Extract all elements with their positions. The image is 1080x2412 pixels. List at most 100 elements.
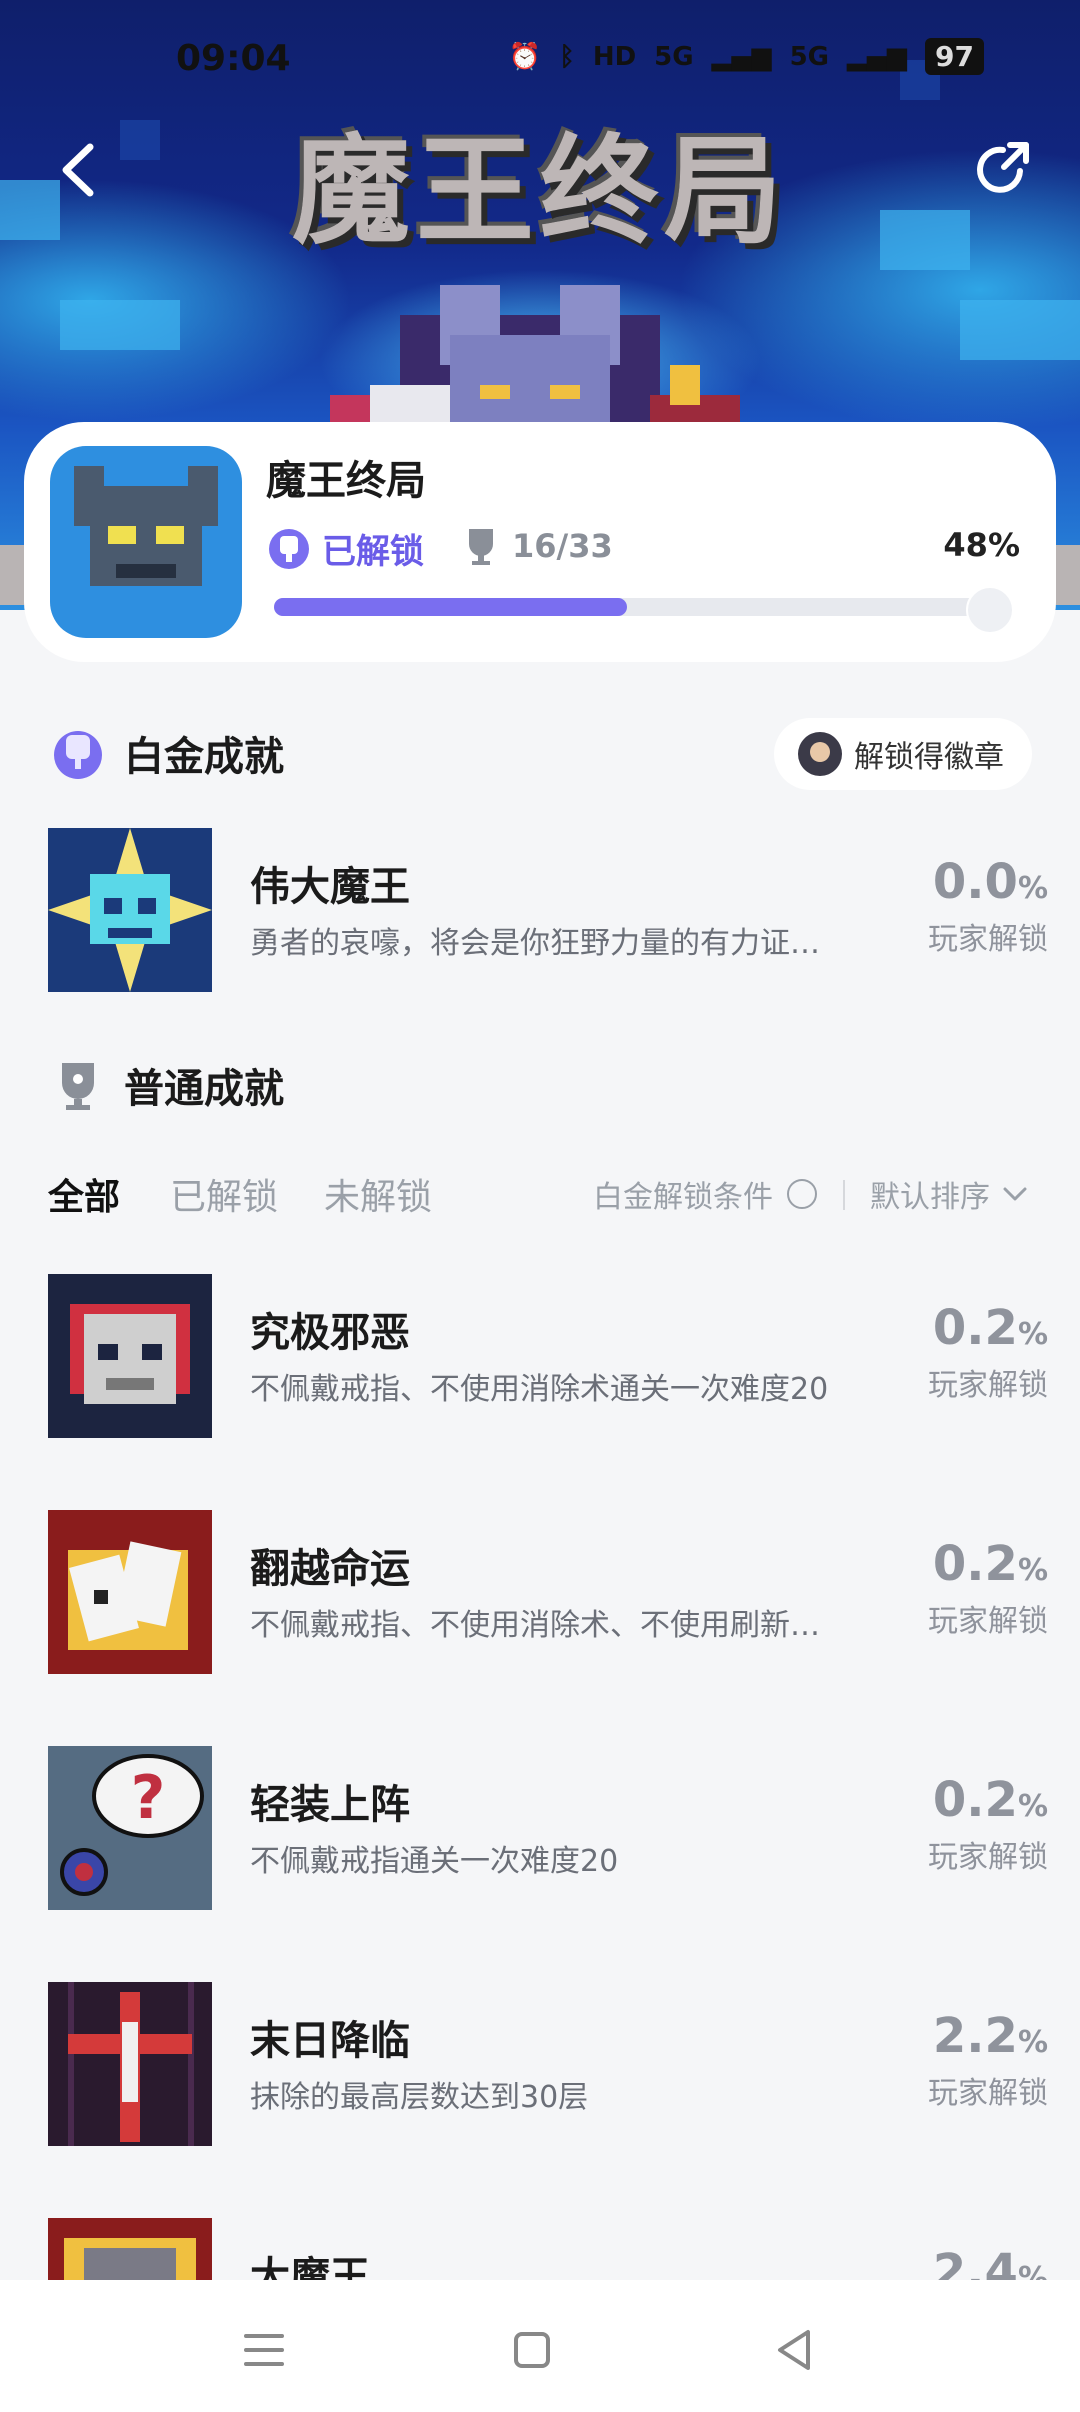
unlock-rate-label: 玩家解锁 bbox=[928, 1840, 1048, 1875]
progress-fill bbox=[274, 598, 627, 616]
signal-bars-icon: ▂▄▆ bbox=[847, 41, 908, 72]
pixel-cloud bbox=[60, 300, 180, 350]
hd-icon: HD bbox=[592, 41, 637, 72]
achievement-name: 末日降临 bbox=[250, 2018, 410, 2064]
trophy-icon bbox=[469, 529, 493, 565]
system-nav-bar bbox=[0, 2280, 1080, 2412]
platinum-cup-icon bbox=[269, 528, 309, 569]
achievement-desc: 不佩戴戒指通关一次难度20 bbox=[250, 1844, 619, 1879]
game-logo-title: 魔王终局 bbox=[291, 122, 788, 260]
unlock-rate-label: 玩家解锁 bbox=[928, 2076, 1048, 2111]
achievement-row-platinum[interactable]: 伟大魔王 勇者的哀嚎，将会是你狂野力量的有力证… 0.0% 玩家解锁 bbox=[48, 828, 1048, 992]
unlock-rate-percent-sign: % bbox=[1017, 1317, 1048, 1352]
chevron-left-icon bbox=[62, 143, 94, 197]
pixel-cloud bbox=[960, 300, 1080, 360]
trophy-icon bbox=[62, 1063, 94, 1110]
achievement-desc: 勇者的哀嚎，将会是你狂野力量的有力证… bbox=[250, 926, 820, 961]
unlock-rate-label: 玩家解锁 bbox=[928, 1368, 1048, 1403]
status-icons: ⏰ ᛒ HD 5G ▂▄▆ 5G ▂▄▆ 97 bbox=[509, 38, 984, 75]
filter-tabs: 全部 已解锁 未解锁 白金解锁条件 默认排序 bbox=[48, 1168, 1038, 1228]
unlock-rate-value: 0.2 bbox=[932, 1300, 1018, 1356]
unlock-rate-value: 0.0 bbox=[932, 854, 1018, 910]
game-icon bbox=[50, 446, 242, 638]
svg-text:?: ? bbox=[131, 1763, 166, 1833]
bluetooth-icon: ᛒ bbox=[559, 41, 575, 72]
triangle-back-icon bbox=[778, 2330, 810, 2370]
achievement-icon bbox=[48, 828, 212, 992]
unlock-rate-value: 0.2 bbox=[932, 1536, 1018, 1592]
unlock-rate: 0.0% 玩家解锁 bbox=[848, 854, 1048, 958]
divider bbox=[843, 1180, 845, 1210]
achievement-row[interactable]: 翻越命运 不佩戴戒指、不使用消除术、不使用刷新… 0.2% 玩家解锁 bbox=[48, 1510, 1048, 1674]
unlock-badge-label: 解锁得徽章 bbox=[854, 740, 1004, 775]
progress-end-badge-icon bbox=[966, 586, 1014, 634]
platinum-heading: 白金成就 bbox=[124, 734, 284, 780]
battery-icon: 97 bbox=[925, 38, 984, 75]
progress-bar bbox=[274, 598, 1009, 616]
achievement-name: 究极邪恶 bbox=[250, 1310, 410, 1356]
home-button[interactable] bbox=[502, 2320, 562, 2380]
unlock-rate-label: 玩家解锁 bbox=[928, 1604, 1048, 1639]
achievement-desc: 抹除的最高层数达到30层 bbox=[250, 2080, 589, 2115]
menu-icon bbox=[244, 2334, 284, 2366]
unlock-rate: 0.2% 玩家解锁 bbox=[848, 1300, 1048, 1404]
achievement-icon bbox=[48, 1274, 212, 1438]
tab-all[interactable]: 全部 bbox=[48, 1168, 120, 1220]
share-icon bbox=[977, 142, 1029, 193]
game-title: 魔王终局 bbox=[266, 458, 426, 504]
share-button[interactable] bbox=[968, 135, 1038, 205]
achievement-row[interactable]: 末日降临 抹除的最高层数达到30层 2.2% 玩家解锁 bbox=[48, 1982, 1048, 2146]
badge-avatar bbox=[798, 732, 842, 776]
platinum-cup-icon bbox=[54, 731, 102, 779]
platinum-section-header: 白金成就 bbox=[50, 724, 284, 782]
status-bar: 09:04 ⏰ ᛒ HD 5G ▂▄▆ 5G ▂▄▆ 97 bbox=[0, 30, 1080, 90]
achievement-desc: 不佩戴戒指、不使用消除术、不使用刷新… bbox=[250, 1608, 820, 1643]
sort-label: 默认排序 bbox=[870, 1180, 990, 1215]
completion-percent: 48% bbox=[943, 526, 1020, 564]
achievement-desc: 不佩戴戒指、不使用消除术通关一次难度20 bbox=[250, 1372, 829, 1407]
unlock-rate-percent-sign: % bbox=[1017, 871, 1048, 906]
achievement-name: 翻越命运 bbox=[250, 1546, 410, 1592]
unlock-rate-percent-sign: % bbox=[1017, 1789, 1048, 1824]
signal-bars-icon: ▂▄▆ bbox=[711, 41, 772, 72]
normal-heading: 普通成就 bbox=[124, 1066, 284, 1112]
unlock-rate: 0.2% 玩家解锁 bbox=[848, 1772, 1048, 1876]
menu-button[interactable] bbox=[234, 2320, 294, 2380]
unlock-rate-value: 2.2 bbox=[932, 2008, 1018, 2064]
pixel-cloud bbox=[880, 210, 970, 270]
achievement-icon: ? bbox=[48, 1746, 212, 1910]
trophy-count-row: 16/33 bbox=[464, 526, 613, 566]
back-nav-button[interactable] bbox=[766, 2320, 826, 2380]
platinum-condition-label: 白金解锁条件 bbox=[593, 1180, 773, 1215]
platinum-condition-toggle[interactable]: 白金解锁条件 bbox=[593, 1172, 817, 1216]
unlock-badge-button[interactable]: 解锁得徽章 bbox=[774, 718, 1032, 790]
alarm-icon: ⏰ bbox=[508, 41, 542, 72]
signal-icon-2: 5G bbox=[789, 41, 830, 72]
achievement-name: 伟大魔王 bbox=[250, 864, 410, 910]
pixel-star bbox=[120, 120, 160, 160]
tab-locked[interactable]: 未解锁 bbox=[324, 1168, 432, 1220]
unlocked-label: 已解锁 bbox=[322, 532, 424, 572]
unlocked-status: 已解锁 bbox=[266, 524, 424, 573]
radio-circle-icon bbox=[787, 1179, 817, 1209]
sort-dropdown[interactable]: 默认排序 bbox=[870, 1172, 1028, 1216]
square-home-icon bbox=[514, 2332, 550, 2368]
signal-icon-1: 5G bbox=[654, 41, 694, 72]
normal-section-header: 普通成就 bbox=[50, 1056, 284, 1114]
unlock-rate-label: 玩家解锁 bbox=[928, 922, 1048, 957]
chevron-down-icon bbox=[1003, 1187, 1027, 1201]
unlock-rate: 0.2% 玩家解锁 bbox=[848, 1536, 1048, 1640]
achievement-name: 轻装上阵 bbox=[250, 1782, 410, 1828]
game-summary-card[interactable]: 魔王终局 已解锁 16/33 48% bbox=[24, 422, 1056, 662]
unlock-rate-value: 0.2 bbox=[932, 1772, 1018, 1828]
achievement-icon bbox=[48, 1510, 212, 1674]
tab-unlocked[interactable]: 已解锁 bbox=[170, 1168, 278, 1220]
back-button[interactable] bbox=[50, 135, 110, 205]
trophy-count: 16/33 bbox=[512, 527, 613, 565]
achievement-row[interactable]: 究极邪恶 不佩戴戒指、不使用消除术通关一次难度20 0.2% 玩家解锁 bbox=[48, 1274, 1048, 1438]
unlock-rate-percent-sign: % bbox=[1017, 1553, 1048, 1588]
unlock-rate-percent-sign: % bbox=[1017, 2025, 1048, 2060]
unlock-rate: 2.2% 玩家解锁 bbox=[848, 2008, 1048, 2112]
status-time: 09:04 bbox=[176, 38, 291, 79]
achievement-row[interactable]: ? 轻装上阵 不佩戴戒指通关一次难度20 0.2% 玩家解锁 bbox=[48, 1746, 1048, 1910]
